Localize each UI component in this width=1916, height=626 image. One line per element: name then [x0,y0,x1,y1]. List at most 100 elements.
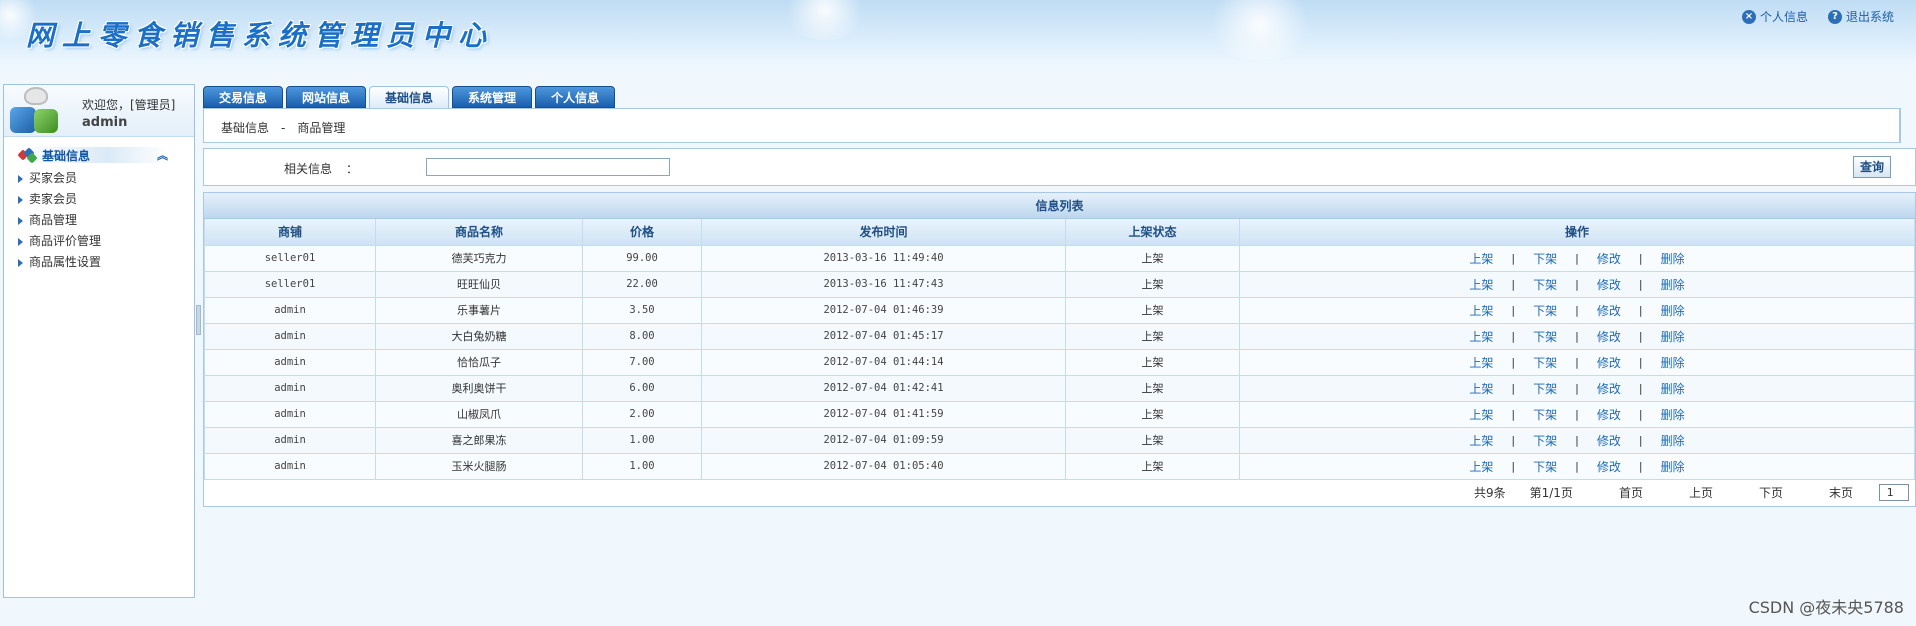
shelve-up-link[interactable]: 上架 [1469,354,1493,371]
pager-last-link[interactable]: 末页 [1829,484,1853,501]
publish-time-cell: 2013-03-16 11:49:40 [701,244,1066,272]
logout-link-label: 退出系统 [1845,10,1894,24]
shelve-down-link[interactable]: 下架 [1533,250,1557,267]
delete-link[interactable]: 删除 [1661,276,1685,293]
edit-link[interactable]: 修改 [1597,276,1621,293]
sidebar-section-header[interactable]: 基础信息 ︽ [17,147,168,164]
shelf-status-cell: 上架 [1065,322,1240,350]
shelve-up-link[interactable]: 上架 [1469,458,1493,475]
tab-site-info[interactable]: 网站信息 [286,86,367,108]
edit-link[interactable]: 修改 [1597,406,1621,423]
breadcrumb-parent: 基础信息 [221,121,270,135]
list-title: 信息列表 [204,193,1915,219]
shelve-down-link[interactable]: 下架 [1533,276,1557,293]
pager-prev-link[interactable]: 上页 [1689,484,1713,501]
publish-time-cell: 2012-07-04 01:41:59 [701,400,1066,428]
column-header-shelf-status: 上架状态 [1065,219,1240,246]
action-separator: | [1511,459,1516,473]
action-separator: | [1511,407,1516,421]
edit-link[interactable]: 修改 [1597,250,1621,267]
shelve-up-link[interactable]: 上架 [1469,432,1493,449]
column-header-price: 价格 [582,219,702,246]
pager-next-link[interactable]: 下页 [1759,484,1783,501]
page-select[interactable]: 1▾ [1879,484,1909,501]
search-label: 相关信息： [284,162,359,176]
delete-link[interactable]: 删除 [1661,250,1685,267]
product-name-cell: 旺旺仙贝 [375,270,583,298]
shelve-down-link[interactable]: 下架 [1533,354,1557,371]
shop-cell: admin [204,452,376,480]
shelve-down-link[interactable]: 下架 [1533,406,1557,423]
actions-cell: 上架 | 下架 | 修改 | 删除 [1239,452,1915,480]
edit-link[interactable]: 修改 [1597,380,1621,397]
logout-link[interactable]: ? 退出系统 [1827,8,1894,25]
shelve-down-link[interactable]: 下架 [1533,328,1557,345]
sidebar-item-product-management[interactable]: 商品管理 [18,210,194,231]
shop-cell: admin [204,426,376,454]
shelve-down-link[interactable]: 下架 [1533,380,1557,397]
shelve-up-link[interactable]: 上架 [1469,380,1493,397]
delete-link[interactable]: 删除 [1661,380,1685,397]
action-separator: | [1575,459,1579,473]
sidebar-item-product-reviews[interactable]: 商品评价管理 [18,231,194,252]
shelve-down-link[interactable]: 下架 [1533,458,1557,475]
action-separator: | [1575,329,1579,343]
tab-system-management[interactable]: 系统管理 [452,86,533,108]
edit-link[interactable]: 修改 [1597,458,1621,475]
edit-link[interactable]: 修改 [1597,354,1621,371]
breadcrumb-separator: - [281,121,286,135]
tab-trade-info[interactable]: 交易信息 [203,86,284,108]
sidebar-section-title: 基础信息 [42,148,91,163]
delete-link[interactable]: 删除 [1661,354,1685,371]
sidebar-item-buyer-members[interactable]: 买家会员 [18,168,194,189]
action-separator: | [1638,329,1643,343]
shelve-down-link[interactable]: 下架 [1533,432,1557,449]
shelve-up-link[interactable]: 上架 [1469,406,1493,423]
sidebar-splitter-handle[interactable] [196,305,201,335]
tab-personal-info[interactable]: 个人信息 [535,86,616,108]
edit-link[interactable]: 修改 [1597,328,1621,345]
pager-first-link[interactable]: 首页 [1619,484,1643,501]
sidebar: 欢迎您，[管理员] admin 基础信息 ︽ 买家会员 卖家会员 商品管理 商品… [3,84,195,598]
actions-cell: 上架 | 下架 | 修改 | 删除 [1239,296,1915,324]
shelve-up-link[interactable]: 上架 [1469,276,1493,293]
profile-link[interactable]: × 个人信息 [1741,8,1808,25]
avatar-cup-icon [24,87,48,105]
shelf-status-cell: 上架 [1065,296,1240,324]
watermark: CSDN @夜未央5788 [1748,598,1904,617]
avatar-green-icon [34,109,58,133]
sidebar-item-product-attributes[interactable]: 商品属性设置 [18,252,194,273]
row-actions: 上架 | 下架 | 修改 | 删除 [1469,380,1684,397]
sidebar-item-seller-members[interactable]: 卖家会员 [18,189,194,210]
collapse-icon[interactable]: ︽ [157,147,168,163]
edit-link[interactable]: 修改 [1597,432,1621,449]
shelve-up-link[interactable]: 上架 [1469,302,1493,319]
sidebar-item-label: 商品管理 [29,213,78,227]
delete-link[interactable]: 删除 [1661,302,1685,319]
delete-link[interactable]: 删除 [1661,432,1685,449]
shop-cell: seller01 [204,270,376,298]
top-links: × 个人信息 ? 退出系统 [1741,8,1894,25]
product-name-cell: 山椒凤爪 [375,400,583,428]
delete-link[interactable]: 删除 [1661,406,1685,423]
actions-cell: 上架 | 下架 | 修改 | 删除 [1239,374,1915,402]
delete-link[interactable]: 删除 [1661,328,1685,345]
action-separator: | [1575,381,1579,395]
shelve-down-link[interactable]: 下架 [1533,302,1557,319]
publish-time-cell: 2012-07-04 01:42:41 [701,374,1066,402]
action-separator: | [1638,277,1643,291]
edit-link[interactable]: 修改 [1597,302,1621,319]
row-actions: 上架 | 下架 | 修改 | 删除 [1469,406,1684,423]
tab-basic-info[interactable]: 基础信息 [369,86,450,109]
shelve-up-link[interactable]: 上架 [1469,328,1493,345]
price-cell: 22.00 [582,270,702,298]
search-input[interactable] [426,158,670,176]
shelve-up-link[interactable]: 上架 [1469,250,1493,267]
product-name-cell: 奥利奥饼干 [375,374,583,402]
triangle-right-icon [18,216,23,225]
profile-link-label: 个人信息 [1759,10,1808,24]
delete-link[interactable]: 删除 [1661,458,1685,475]
table-body: seller01 德芙巧克力 99.00 2013-03-16 11:49:40 上架上… [204,244,1915,480]
query-button[interactable]: 查询 [1853,156,1891,178]
actions-cell: 上架 | 下架 | 修改 | 删除 [1239,244,1915,272]
